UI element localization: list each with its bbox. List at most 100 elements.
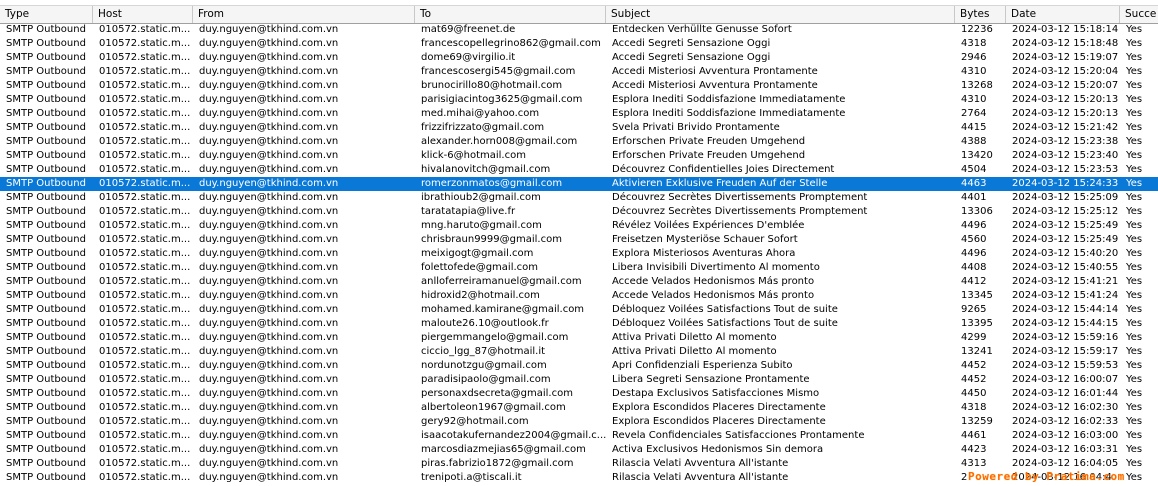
- table-row[interactable]: SMTP Outbound 010572.static.m... duy.nguye…: [0, 345, 1158, 359]
- from-cell: duy.nguyen@tkhind.com.vn: [199, 234, 339, 245]
- from-cell: duy.nguyen@tkhind.com.vn: [199, 430, 339, 441]
- column-header-from[interactable]: From: [193, 6, 415, 23]
- to-cell: mohamed.kamirane@gmail.com: [421, 304, 585, 315]
- type-cell: SMTP Outbound: [6, 472, 86, 483]
- to-cell: anlloferreiramanuel@gmail.com: [421, 276, 582, 287]
- table-row[interactable]: SMTP Outbound 010572.static.m... duy.nguye…: [0, 275, 1158, 289]
- table-row[interactable]: SMTP Outbound 010572.static.m... duy.nguye…: [0, 79, 1158, 93]
- table-row[interactable]: SMTP Outbound 010572.static.m... duy.nguye…: [0, 135, 1158, 149]
- bytes-cell: 4388: [961, 136, 987, 147]
- date-cell: 2024-03-12 15:59:16: [1012, 332, 1119, 343]
- column-header-bytes[interactable]: Bytes: [955, 6, 1006, 23]
- type-cell: SMTP Outbound: [6, 346, 86, 357]
- table-row[interactable]: SMTP Outbound 010572.static.m... duy.nguye…: [0, 443, 1158, 457]
- from-cell: duy.nguyen@tkhind.com.vn: [199, 206, 339, 217]
- table-row[interactable]: SMTP Outbound 010572.static.m... duy.nguye…: [0, 149, 1158, 163]
- bytes-cell: 4318: [961, 402, 987, 413]
- table-row[interactable]: SMTP Outbound 010572.static.m... duy.nguye…: [0, 457, 1158, 471]
- bytes-cell: 4310: [961, 66, 987, 77]
- type-cell: SMTP Outbound: [6, 444, 86, 455]
- column-header-type[interactable]: Type: [0, 6, 93, 23]
- bytes-cell: 2764: [961, 108, 987, 119]
- table-row[interactable]: SMTP Outbound 010572.static.m... duy.nguye…: [0, 233, 1158, 247]
- bytes-cell: 4310: [961, 94, 987, 105]
- host-cell: 010572.static.m...: [99, 66, 191, 77]
- type-cell: SMTP Outbound: [6, 262, 86, 273]
- subject-cell: Débloquez Voilées Satisfactions Tout de …: [612, 318, 838, 329]
- table-row[interactable]: SMTP Outbound 010572.static.m... duy.nguye…: [0, 247, 1158, 261]
- table-row[interactable]: SMTP Outbound 010572.static.m... duy.nguye…: [0, 163, 1158, 177]
- table-row[interactable]: SMTP Outbound 010572.static.m... duy.nguye…: [0, 387, 1158, 401]
- to-cell: gery92@hotmail.com: [421, 416, 529, 427]
- from-cell: duy.nguyen@tkhind.com.vn: [199, 248, 339, 259]
- subject-cell: Attiva Privati Diletto Al momento: [612, 332, 777, 343]
- table-row[interactable]: SMTP Outbound 010572.static.m... duy.nguye…: [0, 107, 1158, 121]
- success-cell: Yes: [1126, 458, 1143, 469]
- type-cell: SMTP Outbound: [6, 150, 86, 161]
- table-row[interactable]: SMTP Outbound 010572.static.m... duy.nguye…: [0, 191, 1158, 205]
- table-body: SMTP Outbound 010572.static.m... duy.nguye…: [0, 23, 1158, 485]
- success-cell: Yes: [1126, 38, 1143, 49]
- success-cell: Yes: [1126, 136, 1143, 147]
- table-row[interactable]: SMTP Outbound 010572.static.m... duy.nguye…: [0, 51, 1158, 65]
- column-header-to[interactable]: To: [415, 6, 606, 23]
- column-header-date[interactable]: Date: [1006, 6, 1120, 23]
- subject-cell: Accedi Segreti Sensazione Oggi: [612, 52, 771, 63]
- host-cell: 010572.static.m...: [99, 346, 191, 357]
- subject-cell: Explora Misteriosos Aventuras Ahora: [612, 248, 796, 259]
- type-cell: SMTP Outbound: [6, 360, 86, 371]
- table-row[interactable]: SMTP Outbound 010572.static.m... duy.nguye…: [0, 37, 1158, 51]
- to-cell: chrisbraun9999@gmail.com: [421, 234, 562, 245]
- table-row[interactable]: SMTP Outbound 010572.static.m... duy.nguye…: [0, 429, 1158, 443]
- subject-cell: Esplora Inediti Soddisfazione Immediatam…: [612, 108, 846, 119]
- host-cell: 010572.static.m...: [99, 206, 191, 217]
- date-cell: 2024-03-12 15:23:53: [1012, 164, 1119, 175]
- date-cell: 2024-03-12 15:44:15: [1012, 318, 1119, 329]
- table-row[interactable]: SMTP Outbound 010572.static.m... duy.nguye…: [0, 289, 1158, 303]
- table-row[interactable]: SMTP Outbound 010572.static.m... duy.nguye…: [0, 219, 1158, 233]
- success-cell: Yes: [1126, 374, 1143, 385]
- table-row[interactable]: SMTP Outbound 010572.static.m... duy.nguye…: [0, 261, 1158, 275]
- table-row[interactable]: SMTP Outbound 010572.static.m... duy.nguye…: [0, 177, 1158, 191]
- column-header-host[interactable]: Host: [93, 6, 193, 23]
- from-cell: duy.nguyen@tkhind.com.vn: [199, 360, 339, 371]
- from-cell: duy.nguyen@tkhind.com.vn: [199, 66, 339, 77]
- host-cell: 010572.static.m...: [99, 304, 191, 315]
- table-row[interactable]: SMTP Outbound 010572.static.m... duy.nguye…: [0, 65, 1158, 79]
- from-cell: duy.nguyen@tkhind.com.vn: [199, 136, 339, 147]
- date-cell: 2024-03-12 15:20:13: [1012, 108, 1119, 119]
- table-row[interactable]: SMTP Outbound 010572.static.m... duy.nguye…: [0, 303, 1158, 317]
- success-cell: Yes: [1126, 52, 1143, 63]
- from-cell: duy.nguyen@tkhind.com.vn: [199, 150, 339, 161]
- to-cell: trenipoti.a@tiscali.it: [421, 472, 522, 483]
- column-header-subject[interactable]: Subject: [606, 6, 955, 23]
- type-cell: SMTP Outbound: [6, 402, 86, 413]
- from-cell: duy.nguyen@tkhind.com.vn: [199, 80, 339, 91]
- table-row[interactable]: SMTP Outbound 010572.static.m... duy.nguye…: [0, 415, 1158, 429]
- to-cell: ciccio_lgg_87@hotmail.it: [421, 346, 546, 357]
- table-row[interactable]: SMTP Outbound 010572.static.m... duy.nguye…: [0, 317, 1158, 331]
- date-cell: 2024-03-12 15:59:17: [1012, 346, 1119, 357]
- success-cell: Yes: [1126, 66, 1143, 77]
- date-cell: 2024-03-12 15:40:55: [1012, 262, 1119, 273]
- from-cell: duy.nguyen@tkhind.com.vn: [199, 220, 339, 231]
- from-cell: duy.nguyen@tkhind.com.vn: [199, 262, 339, 273]
- table-row[interactable]: SMTP Outbound 010572.static.m... duy.nguye…: [0, 331, 1158, 345]
- column-header-success[interactable]: Succe: [1120, 6, 1158, 23]
- table-row[interactable]: SMTP Outbound 010572.static.m... duy.nguye…: [0, 401, 1158, 415]
- host-cell: 010572.static.m...: [99, 136, 191, 147]
- bytes-cell: 4318: [961, 38, 987, 49]
- type-cell: SMTP Outbound: [6, 206, 86, 217]
- table-row[interactable]: SMTP Outbound 010572.static.m... duy.nguye…: [0, 373, 1158, 387]
- host-cell: 010572.static.m...: [99, 458, 191, 469]
- table-row[interactable]: SMTP Outbound 010572.static.m... duy.nguye…: [0, 23, 1158, 37]
- table-row[interactable]: SMTP Outbound 010572.static.m... duy.nguye…: [0, 359, 1158, 373]
- subject-cell: Découvrez Secrètes Divertissements Promp…: [612, 192, 868, 203]
- bytes-cell: 4423: [961, 444, 987, 455]
- table-row[interactable]: SMTP Outbound 010572.static.m... duy.nguye…: [0, 93, 1158, 107]
- success-cell: Yes: [1126, 164, 1143, 175]
- host-cell: 010572.static.m...: [99, 262, 191, 273]
- bytes-cell: 4450: [961, 388, 987, 399]
- table-row[interactable]: SMTP Outbound 010572.static.m... duy.nguye…: [0, 121, 1158, 135]
- table-row[interactable]: SMTP Outbound 010572.static.m... duy.nguye…: [0, 205, 1158, 219]
